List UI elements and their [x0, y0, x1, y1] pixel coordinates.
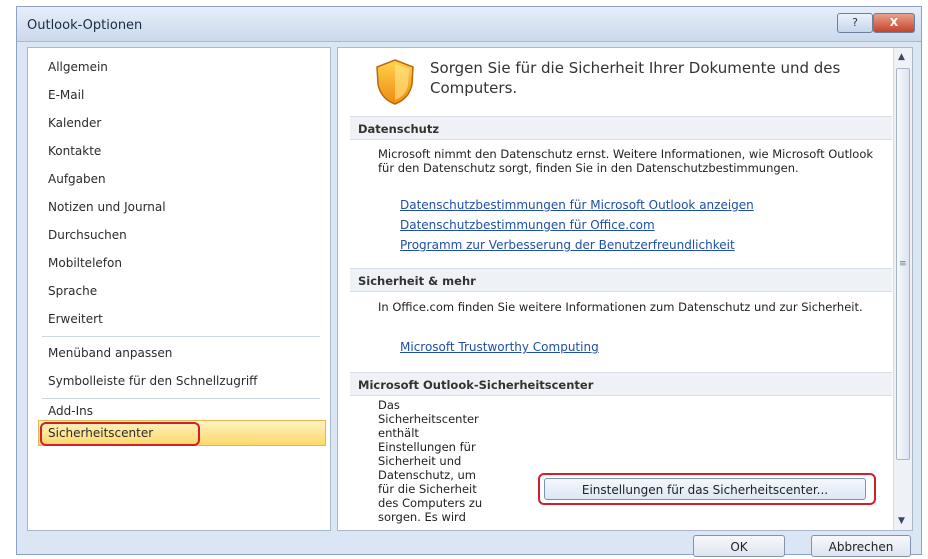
- link-verbesserung-programm[interactable]: Programm zur Verbesserung der Benutzerfr…: [400, 238, 735, 252]
- nav-item-kalender[interactable]: Kalender: [48, 112, 101, 134]
- nav-divider: [42, 398, 320, 399]
- datenschutz-text: Microsoft nimmt den Datenschutz ernst. W…: [378, 147, 874, 175]
- section-header-sicherheit: Sicherheit & mehr: [350, 268, 892, 292]
- section-header-sicherheitscenter: Microsoft Outlook-Sicherheitscenter: [350, 372, 892, 396]
- section-header-datenschutz: Datenschutz: [350, 116, 892, 140]
- sicherheitscenter-text: Das Sicherheitscenter enthält Einstellun…: [378, 398, 483, 524]
- nav-item-aufgaben[interactable]: Aufgaben: [48, 168, 106, 190]
- nav-item-schnellzugriff[interactable]: Symbolleiste für den Schnellzugriff: [48, 370, 257, 392]
- nav-item-notizen[interactable]: Notizen und Journal: [48, 196, 166, 218]
- selection-annotation-box: [40, 422, 200, 446]
- nav-divider: [42, 336, 320, 337]
- nav-item-kontakte[interactable]: Kontakte: [48, 140, 101, 162]
- nav-item-sprache[interactable]: Sprache: [48, 280, 97, 302]
- link-datenschutz-office[interactable]: Datenschutzbestimmungen für Office.com: [400, 218, 655, 232]
- button-annotation-box: [538, 473, 876, 505]
- page-headline: Sorgen Sie für die Sicherheit Ihrer Doku…: [430, 59, 841, 97]
- ok-button[interactable]: OK: [693, 535, 785, 557]
- scroll-up-arrow-icon[interactable]: ▲: [898, 52, 905, 62]
- content-panel: Sorgen Sie für die Sicherheit Ihrer Doku…: [337, 47, 913, 531]
- vertical-scrollbar[interactable]: ▲ ≡ ▼: [893, 48, 912, 530]
- title-bar: Outlook-Optionen ? X: [17, 7, 921, 42]
- nav-item-allgemein[interactable]: Allgemein: [48, 56, 108, 78]
- nav-item-add-ins[interactable]: Add-Ins: [48, 400, 93, 422]
- close-button[interactable]: X: [873, 13, 915, 33]
- sicherheit-text: In Office.com finden Sie weitere Informa…: [378, 300, 863, 314]
- dialog-title: Outlook-Optionen: [27, 18, 143, 33]
- link-trustworthy-computing[interactable]: Microsoft Trustworthy Computing: [400, 340, 599, 354]
- link-datenschutz-outlook[interactable]: Datenschutzbestimmungen für Microsoft Ou…: [400, 198, 754, 212]
- scroll-down-arrow-icon[interactable]: ▼: [898, 516, 905, 526]
- nav-item-mobiltelefon[interactable]: Mobiltelefon: [48, 252, 122, 274]
- shield-icon: [376, 59, 414, 105]
- scroll-thumb[interactable]: ≡: [896, 68, 910, 460]
- options-navigation: Allgemein E-Mail Kalender Kontakte Aufga…: [27, 47, 331, 531]
- nav-item-durchsuchen[interactable]: Durchsuchen: [48, 224, 127, 246]
- outlook-options-dialog: Outlook-Optionen ? X Allgemein E-Mail Ka…: [16, 6, 922, 557]
- help-button[interactable]: ?: [837, 13, 873, 33]
- nav-item-email[interactable]: E-Mail: [48, 84, 84, 106]
- grip-icon: ≡: [899, 259, 907, 269]
- cancel-button[interactable]: Abbrechen: [811, 535, 911, 557]
- nav-item-erweitert[interactable]: Erweitert: [48, 308, 103, 330]
- nav-item-menueband[interactable]: Menüband anpassen: [48, 342, 172, 364]
